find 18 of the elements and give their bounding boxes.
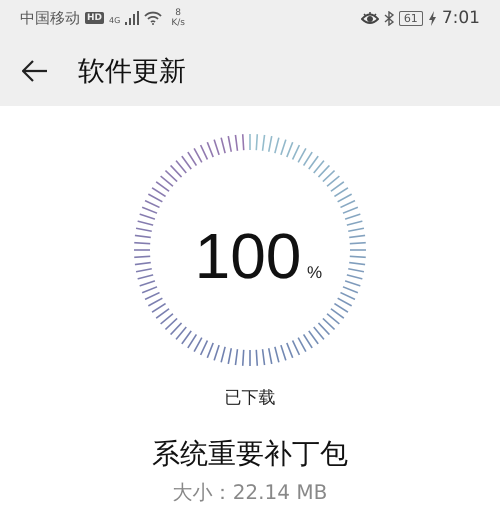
clock-time: 7:01 (442, 8, 480, 28)
signal-icon (125, 11, 140, 25)
carrier-name: 中国移动 (20, 8, 80, 28)
download-status: 已下载 (224, 387, 276, 409)
network-type: 4G (109, 16, 120, 25)
progress-value: 100 (194, 220, 302, 292)
speed-value: 8 (175, 8, 181, 18)
update-size: 大小：22.14 MB (172, 479, 328, 506)
page-title: 软件更新 (78, 55, 186, 89)
bluetooth-icon (384, 10, 394, 26)
eye-icon (360, 12, 379, 24)
wifi-icon (144, 11, 162, 25)
percent-sign: % (307, 263, 322, 282)
charging-icon (428, 10, 437, 26)
update-name: 系统重要补丁包 (152, 436, 348, 472)
battery-level: 61 (398, 10, 423, 26)
speed-unit: K/s (171, 18, 185, 28)
hd-badge: HD (85, 12, 104, 24)
